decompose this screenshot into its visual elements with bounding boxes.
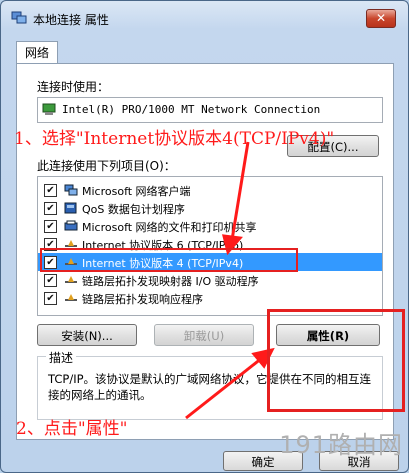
arrow-step2-line <box>185 356 263 420</box>
annotation-step2: 2、点击"属性" <box>16 419 128 439</box>
highlight-properties-button <box>267 309 405 412</box>
arrow-step1-line <box>230 141 250 241</box>
highlight-ipv4-item <box>40 248 298 272</box>
annotation-step1: 1、选择"Internet协议版本4(TCP/IPv4)" <box>14 129 335 149</box>
watermark-logo: 191路由网 <box>279 431 403 459</box>
